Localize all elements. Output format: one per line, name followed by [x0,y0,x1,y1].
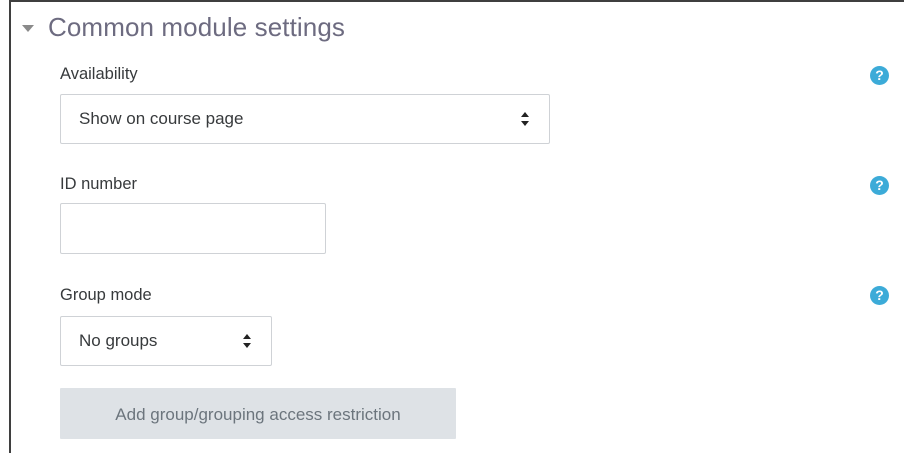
availability-selected-value: Show on course page [79,109,244,128]
availability-help-icon[interactable]: ? [870,66,889,85]
id-number-input[interactable] [60,203,326,254]
availability-select[interactable]: Show on course page [60,94,550,144]
group-mode-label: Group mode [60,286,152,304]
id-number-label: ID number [60,175,138,193]
group-mode-help-icon[interactable]: ? [870,286,889,305]
collapse-triangle-icon[interactable] [22,24,34,32]
group-mode-select[interactable]: No groups [60,316,272,366]
section-header-common-module-settings[interactable]: Common module settings [22,10,345,44]
id-number-help-icon[interactable]: ? [870,176,889,195]
group-mode-selected-value: No groups [79,331,158,350]
section-title: Common module settings [48,12,345,42]
select-arrows-icon [521,112,531,126]
availability-label: Availability [60,65,138,83]
select-arrows-icon [243,334,253,348]
add-group-restriction-button[interactable]: Add group/grouping access restriction [60,388,456,439]
